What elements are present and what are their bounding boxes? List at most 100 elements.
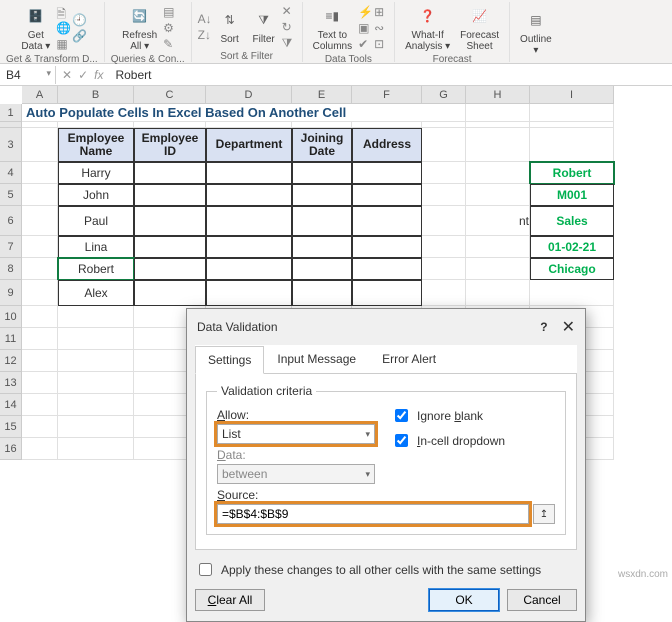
chevron-down-icon: ▾ xyxy=(365,469,370,480)
tab-error-alert[interactable]: Error Alert xyxy=(369,345,449,373)
row-header-8[interactable]: 8 xyxy=(0,258,22,280)
col-header-G[interactable]: G xyxy=(422,86,466,104)
forecast-sheet-label: ForecastSheet xyxy=(460,30,499,52)
data-validation-dialog: Data Validation ? ✕ Settings Input Messa… xyxy=(186,308,586,622)
filter-button[interactable]: ⧩ Filter xyxy=(248,6,280,47)
cancel-button[interactable]: Cancel xyxy=(507,589,577,611)
row-header-12[interactable]: 12 xyxy=(0,350,22,372)
from-text-icon[interactable]: 🗎 xyxy=(56,5,70,19)
ignore-blank-input[interactable] xyxy=(395,409,408,422)
close-icon[interactable]: ✕ xyxy=(562,317,575,337)
sort-icon: ⇅ xyxy=(218,8,242,32)
col-header-E[interactable]: E xyxy=(292,86,352,104)
apply-all-input[interactable] xyxy=(199,563,212,576)
data-model-icon[interactable]: ⊡ xyxy=(374,37,388,51)
apply-all-checkbox[interactable]: Apply these changes to all other cells w… xyxy=(195,560,541,579)
data-dropdown: between ▾ xyxy=(217,464,375,484)
help-button[interactable]: ? xyxy=(540,320,547,334)
validation-criteria-fieldset: Validation criteria Allow: List ▾ Data: … xyxy=(206,384,566,535)
remove-duplicates-icon[interactable]: ▣ xyxy=(358,21,372,35)
database-icon: 🗄️ xyxy=(24,4,48,28)
col-header-A[interactable]: A xyxy=(22,86,58,104)
get-data-label: GetData ▾ xyxy=(21,30,50,52)
funnel-icon: ⧩ xyxy=(252,8,276,32)
clear-filter-icon[interactable]: ✕ xyxy=(282,4,296,18)
queries-connections-icon[interactable]: ▤ xyxy=(163,5,177,19)
ribbon-group-sort-filter: A↓ Z↓ ⇅ Sort ⧩ Filter ✕ ↻ ⧩ Sort & Filte… xyxy=(192,2,303,62)
outline-button[interactable]: ▤ Outline▾ xyxy=(516,6,556,58)
formula-bar[interactable]: Robert xyxy=(109,66,672,84)
ok-button[interactable]: OK xyxy=(429,589,499,611)
ribbon-group-label: Queries & Con... xyxy=(111,54,185,65)
source-label: Source: xyxy=(217,488,555,502)
flash-fill-icon[interactable]: ⚡ xyxy=(358,5,372,19)
range-selector-button[interactable]: ↥ xyxy=(533,504,555,524)
enter-icon[interactable]: ✓ xyxy=(78,68,88,82)
chevron-down-icon: ▾ xyxy=(365,429,370,440)
row-header-14[interactable]: 14 xyxy=(0,394,22,416)
row-header-11[interactable]: 11 xyxy=(0,328,22,350)
reapply-icon[interactable]: ↻ xyxy=(282,20,296,34)
ribbon-group-label: Forecast xyxy=(433,54,472,65)
outline-icon: ▤ xyxy=(524,8,548,32)
in-cell-dropdown-input[interactable] xyxy=(395,434,408,447)
tab-settings[interactable]: Settings xyxy=(195,346,264,374)
refresh-all-label: RefreshAll ▾ xyxy=(122,30,157,52)
from-table-icon[interactable]: ▦ xyxy=(56,37,70,51)
name-box[interactable]: B4 xyxy=(0,66,56,84)
from-web-icon[interactable]: 🌐 xyxy=(56,21,70,35)
col-header-I[interactable]: I xyxy=(530,86,614,104)
edit-links-icon[interactable]: ✎ xyxy=(163,37,177,51)
source-input[interactable] xyxy=(217,504,529,524)
ribbon-group-label: Get & Transform D... xyxy=(6,54,98,65)
row-header-15[interactable]: 15 xyxy=(0,416,22,438)
sort-button[interactable]: ⇅ Sort xyxy=(214,6,246,47)
forecast-sheet-button[interactable]: 📈 ForecastSheet xyxy=(456,2,503,54)
get-data-button[interactable]: 🗄️ GetData ▾ xyxy=(17,2,54,54)
data-label: Data: xyxy=(217,448,375,462)
ignore-blank-checkbox[interactable]: Ignore blank xyxy=(391,406,505,425)
col-header-F[interactable]: F xyxy=(352,86,422,104)
worksheet-grid: ABCDEFGHI 1345678910111213141516 Auto Po… xyxy=(0,86,672,460)
row-header-9[interactable]: 9 xyxy=(0,280,22,306)
cancel-icon[interactable]: ✕ xyxy=(62,68,72,82)
row-header-3[interactable]: 3 xyxy=(0,128,22,162)
sort-asc-icon[interactable]: A↓ xyxy=(198,12,212,26)
column-headers: ABCDEFGHI xyxy=(22,86,672,104)
filter-label: Filter xyxy=(253,34,275,45)
data-validation-icon[interactable]: ✔ xyxy=(358,37,372,51)
what-if-button[interactable]: ❓ What-IfAnalysis ▾ xyxy=(401,2,454,54)
row-header-4[interactable]: 4 xyxy=(0,162,22,184)
row-header-10[interactable]: 10 xyxy=(0,306,22,328)
col-header-H[interactable]: H xyxy=(466,86,530,104)
clear-all-button[interactable]: Clear All xyxy=(195,589,265,611)
advanced-filter-icon[interactable]: ⧩ xyxy=(282,36,296,50)
recent-sources-icon[interactable]: 🕘 xyxy=(72,13,86,27)
tab-input-message[interactable]: Input Message xyxy=(264,345,369,373)
watermark: wsxdn.com xyxy=(618,569,668,580)
row-header-16[interactable]: 16 xyxy=(0,438,22,460)
row-header-6[interactable]: 6 xyxy=(0,206,22,236)
relationships-icon[interactable]: ∾ xyxy=(374,21,388,35)
row-header-7[interactable]: 7 xyxy=(0,236,22,258)
formula-bar-row: B4 ✕ ✓ fx Robert xyxy=(0,64,672,86)
text-to-columns-button[interactable]: ≡▮ Text toColumns xyxy=(309,2,356,54)
row-header-13[interactable]: 13 xyxy=(0,372,22,394)
col-header-D[interactable]: D xyxy=(206,86,292,104)
fx-icon[interactable]: fx xyxy=(94,68,103,82)
existing-connections-icon[interactable]: 🔗 xyxy=(72,29,86,43)
in-cell-dropdown-checkbox[interactable]: In-cell dropdown xyxy=(391,431,505,450)
data-value: between xyxy=(222,467,267,481)
dialog-titlebar[interactable]: Data Validation ? ✕ xyxy=(187,309,585,345)
row-header-1[interactable]: 1 xyxy=(0,104,22,122)
ribbon-group-queries: 🔄 RefreshAll ▾ ▤ ⚙ ✎ Queries & Con... xyxy=(105,2,192,62)
allow-dropdown[interactable]: List ▾ xyxy=(217,424,375,444)
whatif-icon: ❓ xyxy=(416,4,440,28)
col-header-C[interactable]: C xyxy=(134,86,206,104)
col-header-B[interactable]: B xyxy=(58,86,134,104)
row-header-5[interactable]: 5 xyxy=(0,184,22,206)
properties-icon[interactable]: ⚙ xyxy=(163,21,177,35)
sort-desc-icon[interactable]: Z↓ xyxy=(198,28,212,42)
refresh-all-button[interactable]: 🔄 RefreshAll ▾ xyxy=(118,2,161,54)
consolidate-icon[interactable]: ⊞ xyxy=(374,5,388,19)
